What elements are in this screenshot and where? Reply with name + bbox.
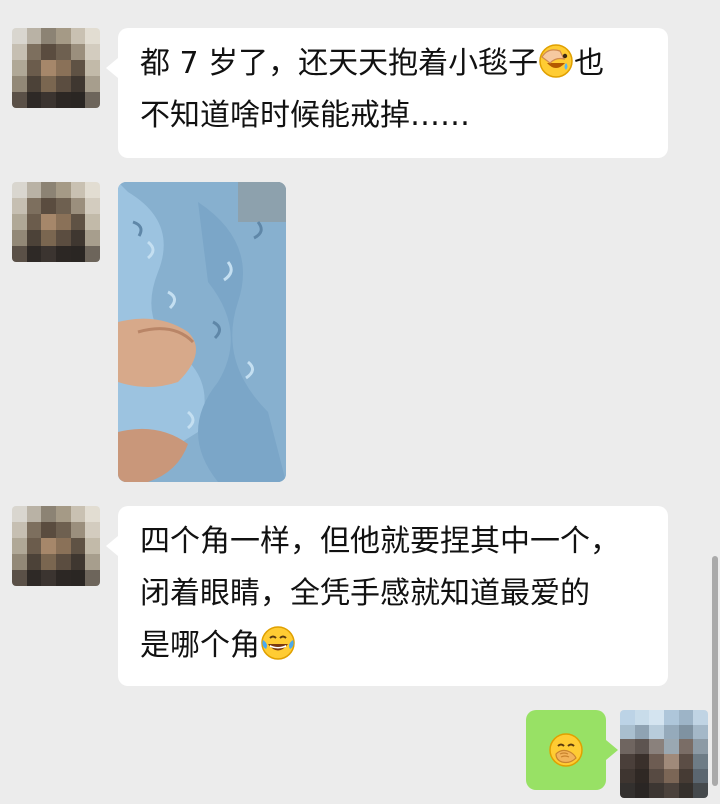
message-text: 四个角一样，但他就要捏其中一个， [140,524,620,559]
scrollbar[interactable] [712,556,718,786]
message-bubble[interactable]: 四个角一样，但他就要捏其中一个， 闭着眼睛，全凭手感就知道最爱的 是哪个角 [106,506,668,686]
contact-avatar[interactable] [12,28,100,108]
bubble-tail [106,58,118,78]
message-bubble[interactable]: 都 7 岁了，还天天抱着小毯子 也 不知道啥时候能戒掉…… [106,28,668,158]
chat-window: 都 7 岁了，还天天抱着小毯子 也 不知道啥时候能戒掉…… 四个角一样，但他就要… [0,0,720,804]
message-text: 都 7 岁了，还天天抱着小毯子 也 [140,38,646,90]
message-text: 不知道啥时候能戒掉…… [140,98,470,133]
hand-over-mouth-emoji-icon [549,733,583,767]
bubble-tail [106,536,118,556]
my-message-bubble[interactable] [526,710,618,790]
blanket-image [118,182,286,482]
message-text: 是哪个角 [140,620,646,672]
facepalm-emoji-icon [539,44,573,78]
tears-of-joy-emoji-icon [261,626,295,660]
contact-avatar[interactable] [12,506,100,586]
bubble-tail [606,740,618,760]
contact-avatar[interactable] [12,182,100,262]
my-avatar[interactable] [620,710,708,798]
message-text: 闭着眼睛，全凭手感就知道最爱的 [140,576,590,611]
blue-blanket-photo[interactable] [118,182,286,482]
